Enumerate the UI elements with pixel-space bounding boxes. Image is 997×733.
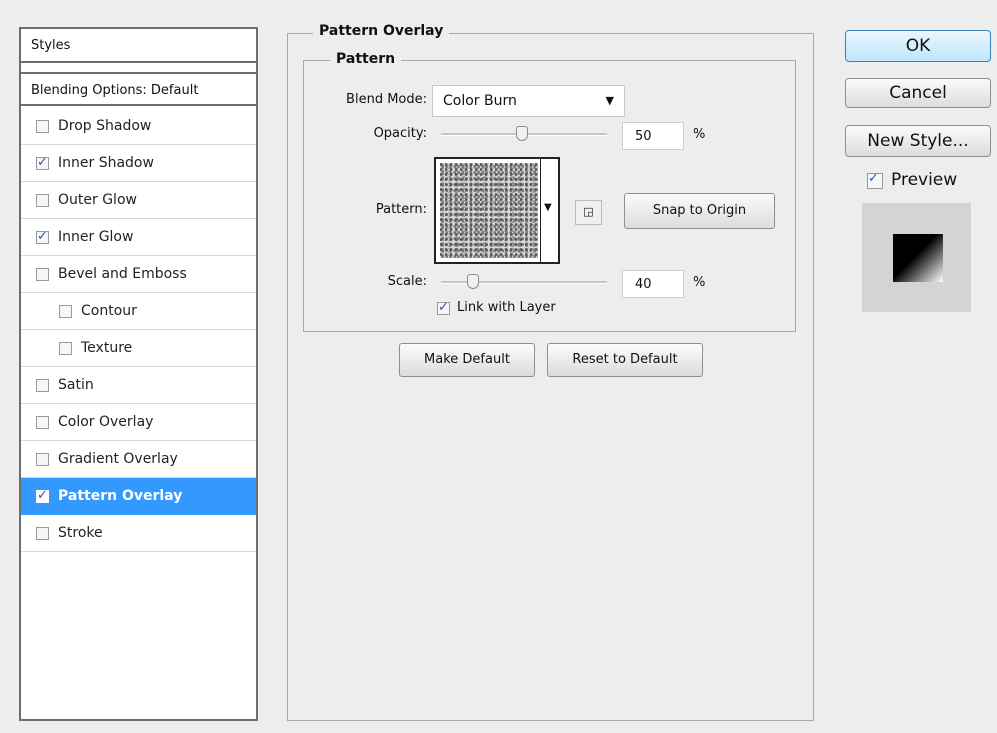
scale-input[interactable]: 40 — [622, 270, 684, 298]
scale-slider-thumb[interactable] — [467, 274, 479, 289]
contour-checkbox[interactable] — [59, 305, 72, 318]
scale-label: Scale: — [387, 274, 427, 289]
style-item-satin[interactable]: Satin — [21, 367, 256, 404]
style-item-label: Pattern Overlay — [58, 488, 183, 504]
inner-glow-checkbox[interactable] — [36, 228, 49, 246]
inner-shadow-checkbox[interactable] — [36, 154, 49, 172]
style-item-label: Contour — [81, 303, 137, 319]
style-item-stroke[interactable]: Stroke — [21, 515, 256, 552]
stroke-checkbox[interactable] — [36, 527, 49, 540]
style-item-label: Stroke — [58, 525, 103, 541]
style-item-inner-glow[interactable]: Inner Glow — [21, 219, 256, 256]
satin-checkbox[interactable] — [36, 379, 49, 392]
style-item-label: Color Overlay — [58, 414, 154, 430]
color-overlay-checkbox[interactable] — [36, 416, 49, 429]
link-with-layer-checkbox[interactable] — [437, 299, 450, 317]
drop-shadow-checkbox[interactable] — [36, 120, 49, 133]
new-style-button[interactable]: New Style... — [845, 125, 991, 157]
cancel-button[interactable]: Cancel — [845, 78, 991, 108]
styles-list: Styles Blending Options: Default Drop Sh… — [19, 27, 258, 721]
style-item-gradient-overlay[interactable]: Gradient Overlay — [21, 441, 256, 478]
new-preset-icon[interactable]: ◲ — [575, 200, 602, 225]
opacity-input[interactable]: 50 — [622, 122, 684, 150]
style-item-label: Texture — [81, 340, 133, 356]
texture-checkbox[interactable] — [59, 342, 72, 355]
preview-label: Preview — [891, 170, 958, 190]
bevel-emboss-checkbox[interactable] — [36, 268, 49, 281]
opacity-slider-thumb[interactable] — [516, 126, 528, 141]
make-default-button[interactable]: Make Default — [399, 343, 535, 377]
gradient-overlay-checkbox[interactable] — [36, 453, 49, 466]
style-item-outer-glow[interactable]: Outer Glow — [21, 182, 256, 219]
ok-button[interactable]: OK — [845, 30, 991, 62]
opacity-unit: % — [693, 127, 706, 142]
style-item-pattern-overlay[interactable]: Pattern Overlay — [21, 478, 256, 515]
preview-checkbox[interactable] — [867, 170, 883, 189]
style-item-label: Inner Glow — [58, 229, 134, 245]
style-item-label: Outer Glow — [58, 192, 137, 208]
style-item-color-overlay[interactable]: Color Overlay — [21, 404, 256, 441]
style-item-drop-shadow[interactable]: Drop Shadow — [21, 108, 256, 145]
link-with-layer-label: Link with Layer — [457, 300, 556, 315]
blending-options-item[interactable]: Blending Options: Default — [21, 72, 256, 106]
preview-option[interactable]: Preview — [867, 170, 977, 192]
style-item-inner-shadow[interactable]: Inner Shadow — [21, 145, 256, 182]
style-item-texture[interactable]: Texture — [21, 330, 256, 367]
group-title: Pattern Overlay — [313, 23, 450, 39]
style-item-contour[interactable]: Contour — [21, 293, 256, 330]
subgroup-title: Pattern — [330, 51, 402, 67]
style-item-label: Gradient Overlay — [58, 451, 178, 467]
preview-swatch — [893, 234, 943, 282]
style-preview — [862, 203, 971, 312]
styles-header[interactable]: Styles — [21, 29, 256, 63]
snap-to-origin-button[interactable]: Snap to Origin — [624, 193, 775, 229]
pattern-label: Pattern: — [375, 202, 427, 217]
reset-to-default-button[interactable]: Reset to Default — [547, 343, 703, 377]
scale-unit: % — [693, 275, 706, 290]
blend-mode-label: Blend Mode: — [346, 92, 427, 107]
style-item-label: Inner Shadow — [58, 155, 154, 171]
pattern-overlay-checkbox[interactable] — [36, 487, 49, 505]
outer-glow-checkbox[interactable] — [36, 194, 49, 207]
pattern-picker[interactable]: ▼ — [434, 157, 560, 264]
scale-slider-track[interactable] — [441, 281, 607, 284]
style-item-bevel-emboss[interactable]: Bevel and Emboss — [21, 256, 256, 293]
pattern-thumbnail — [440, 163, 538, 258]
style-item-label: Bevel and Emboss — [58, 266, 187, 282]
style-item-label: Drop Shadow — [58, 118, 152, 134]
style-item-label: Satin — [58, 377, 94, 393]
blend-mode-value: Color Burn — [443, 93, 517, 109]
pattern-dropdown-icon[interactable]: ▼ — [544, 202, 552, 213]
dropdown-arrow-icon: ▼ — [605, 94, 614, 107]
blend-mode-select[interactable]: Color Burn ▼ — [432, 85, 625, 117]
pattern-divider — [540, 159, 541, 262]
opacity-label: Opacity: — [373, 126, 427, 141]
